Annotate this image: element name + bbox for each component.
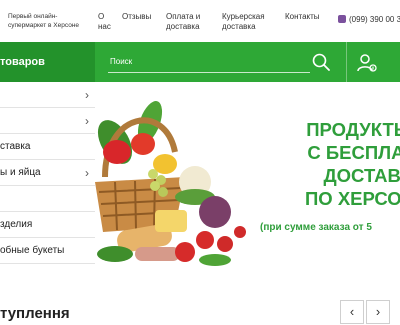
category-item[interactable]: [0, 186, 95, 212]
site-tagline: Первый онлайн-супермаркет в Херсоне: [8, 13, 80, 29]
chevron-right-icon: ›: [85, 114, 89, 128]
promo-headline: ПРОДУКТЫ НА С БЕСПЛАТНО ДОСТАВКО ПО ХЕРС…: [245, 118, 400, 210]
chevron-right-icon: ›: [85, 88, 89, 102]
phone-text: (099) 390 00 3: [349, 15, 400, 24]
phone-number[interactable]: (099) 390 00 3: [338, 15, 400, 24]
category-item[interactable]: ы и яйца ›: [0, 160, 95, 186]
top-header: Первый онлайн-супермаркет в Херсоне О на…: [0, 0, 400, 42]
category-item[interactable]: ставка: [0, 134, 95, 160]
category-item[interactable]: обные букеты: [0, 238, 95, 264]
grocery-basket-illustration: [95, 101, 246, 266]
nav-courier-delivery[interactable]: Курьерская доставка: [222, 12, 276, 32]
promo-line: ДОСТАВКО: [323, 165, 400, 186]
promo-banner[interactable]: ПРОДУКТЫ НА С БЕСПЛАТНО ДОСТАВКО ПО ХЕРС…: [95, 82, 400, 294]
chevron-right-icon: ›: [375, 304, 381, 319]
chevron-left-icon: ‹: [349, 304, 355, 319]
nav-payment-delivery[interactable]: Оплата и доставка: [166, 12, 214, 32]
search-underline: [108, 72, 310, 73]
nav-reviews[interactable]: Отзывы: [122, 12, 151, 22]
nav-about[interactable]: О нас: [98, 12, 114, 32]
prev-button[interactable]: ‹: [340, 300, 364, 324]
user-login-icon[interactable]: [356, 52, 378, 74]
next-button[interactable]: ›: [366, 300, 390, 324]
promo-line: С БЕСПЛАТНО: [307, 142, 400, 163]
category-item[interactable]: зделия: [0, 212, 95, 238]
bar-divider: [346, 42, 347, 82]
viber-icon: [338, 15, 346, 23]
chevron-right-icon: ›: [85, 166, 89, 180]
catalog-label: товаров: [0, 56, 45, 68]
section-title: туплення: [0, 305, 70, 322]
category-item[interactable]: ›: [0, 82, 95, 108]
search-input[interactable]: Поиск: [110, 57, 132, 66]
catalog-button[interactable]: товаров: [0, 42, 95, 82]
promo-note: (при сумме заказа от 5: [260, 222, 372, 233]
category-item[interactable]: ›: [0, 108, 95, 134]
nav-contacts[interactable]: Контакты: [285, 12, 320, 22]
category-sidebar: › › ставка ы и яйца › зделия обные букеты: [0, 82, 95, 294]
promo-line: ПРОДУКТЫ НА: [306, 119, 400, 140]
search-icon[interactable]: [311, 52, 331, 72]
promo-line: ПО ХЕРСОНУ И: [305, 188, 400, 209]
